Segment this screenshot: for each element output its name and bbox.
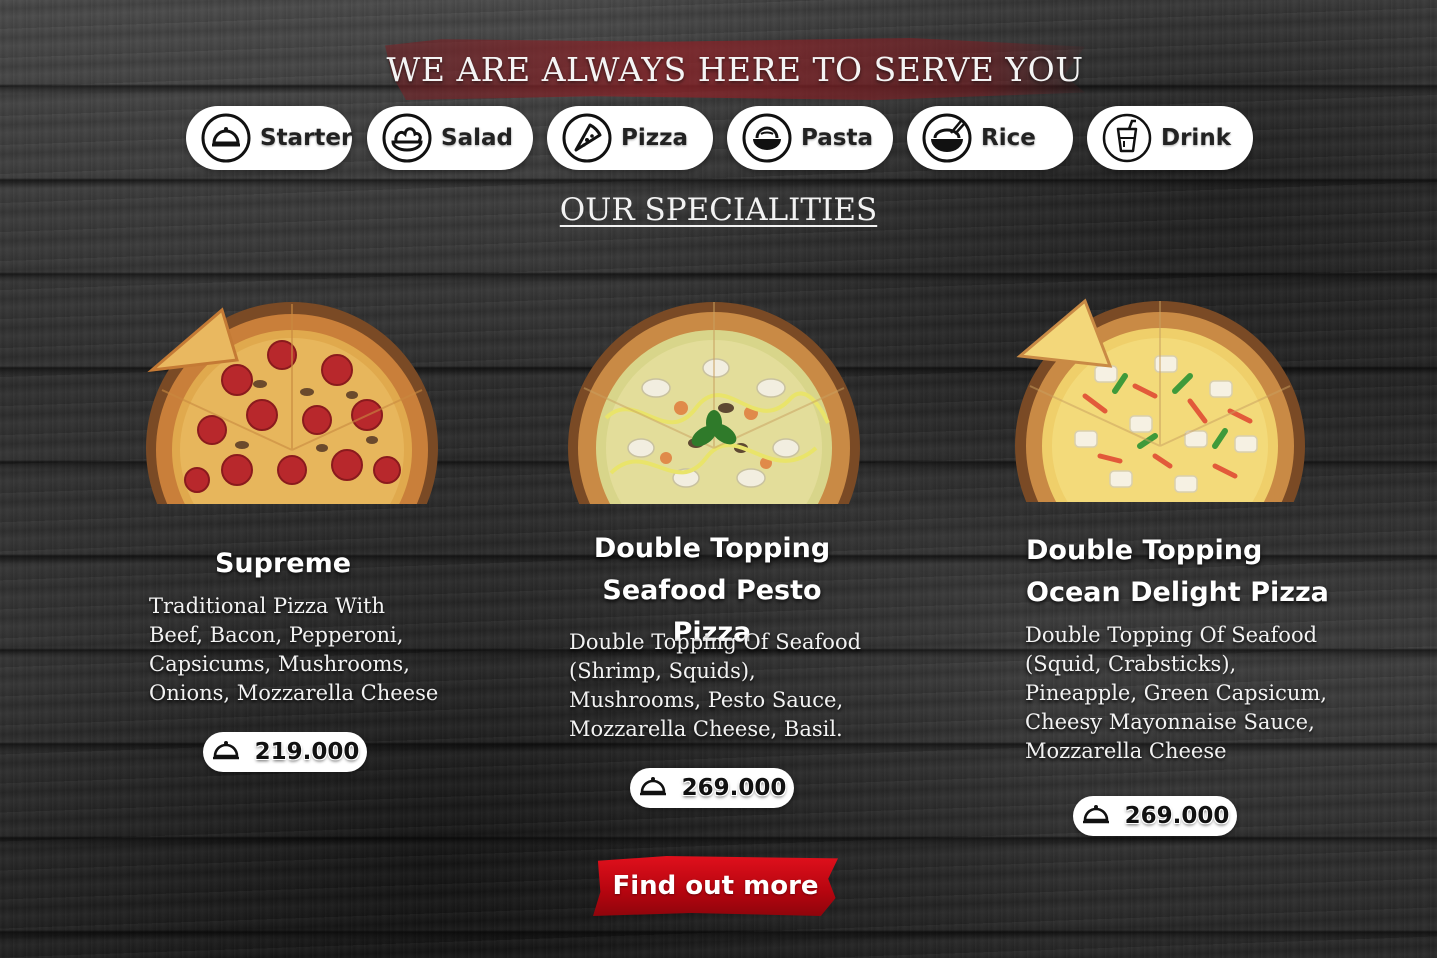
item-name-line: Double Topping [593, 533, 831, 564]
find-out-more-label: Find out more [612, 871, 819, 901]
category-rice-button[interactable]: Rice [907, 106, 1073, 170]
price-amount: 269.000 [1124, 803, 1230, 829]
drink-cup-icon [1101, 112, 1153, 164]
category-salad-button[interactable]: Salad [367, 106, 533, 170]
price-badge-supreme[interactable]: 219.000 [203, 732, 367, 772]
category-pizza-label: Pizza [621, 125, 689, 151]
category-starter-label: Starter [260, 125, 353, 151]
headline-text: WE ARE ALWAYS HERE TO SERVE YOU [386, 49, 1084, 89]
price-badge-ocean-delight[interactable]: 269.000 [1073, 796, 1237, 836]
category-pasta-button[interactable]: Pasta [727, 106, 893, 170]
headline-banner: WE ARE ALWAYS HERE TO SERVE YOU [385, 38, 1085, 100]
description-line: Onions, Mozzarella Cheese [149, 681, 439, 705]
cloche-icon [1081, 801, 1111, 831]
description-line: Double Topping Of Seafood [1025, 623, 1318, 647]
item-name-line: Supreme [214, 548, 352, 579]
cloche-icon [638, 773, 668, 803]
cloche-icon [200, 112, 252, 164]
description-line: Pineapple, Green Capsicum, [1025, 681, 1327, 705]
pizza-image-ocean-delight [1015, 296, 1305, 506]
salad-bowl-icon [381, 112, 433, 164]
item-name-line: Ocean Delight Pizza [1026, 577, 1329, 608]
description-line: (Squid, Crabsticks), [1025, 652, 1237, 676]
pizza-image-supreme [142, 300, 442, 510]
description-line: Cheesy Mayonnaise Sauce, [1025, 710, 1315, 734]
rice-bowl-icon [921, 112, 973, 164]
item-description-seafood-pesto: Double Topping Of Seafood (Shrimp, Squid… [569, 628, 869, 744]
description-line: (Shrimp, Squids), [569, 659, 756, 683]
pizza-slice-icon [561, 112, 613, 164]
price-amount: 219.000 [254, 739, 360, 765]
category-nav: Starter Salad Pizza Pasta Rice Drink [186, 106, 1256, 172]
item-name-line: Double Topping [1026, 535, 1263, 566]
description-line: Beef, Bacon, Pepperoni, [149, 623, 404, 647]
category-drink-button[interactable]: Drink [1087, 106, 1253, 170]
pizza-image-seafood-pesto [566, 298, 862, 508]
price-badge-seafood-pesto[interactable]: 269.000 [630, 768, 794, 808]
description-line: Capsicums, Mushrooms, [149, 652, 410, 676]
category-salad-label: Salad [441, 125, 513, 151]
specialities-title-text[interactable]: OUR SPECIALITIES [560, 192, 877, 228]
pasta-bowl-icon [741, 112, 793, 164]
description-line: Mozzarella Cheese [1025, 739, 1227, 763]
category-rice-label: Rice [981, 125, 1036, 151]
category-pizza-button[interactable]: Pizza [547, 106, 713, 170]
category-drink-label: Drink [1161, 125, 1231, 151]
item-description-ocean-delight: Double Topping Of Seafood (Squid, Crabst… [1025, 621, 1355, 766]
price-amount: 269.000 [681, 775, 787, 801]
specialities-title: OUR SPECIALITIES [0, 192, 1437, 228]
description-line: Traditional Pizza With [149, 594, 386, 618]
cloche-icon [211, 737, 241, 767]
description-line: Mozzarella Cheese, Basil. [569, 717, 843, 741]
item-name-ocean-delight: Double Topping Ocean Delight Pizza [1026, 530, 1346, 614]
category-starter-button[interactable]: Starter [186, 106, 352, 170]
description-line: Mushrooms, Pesto Sauce, [569, 688, 844, 712]
find-out-more-button[interactable]: Find out more [593, 856, 838, 916]
item-description-supreme: Traditional Pizza With Beef, Bacon, Pepp… [149, 592, 449, 708]
category-pasta-label: Pasta [801, 125, 873, 151]
description-line: Double Topping Of Seafood [569, 630, 862, 654]
item-name-supreme: Supreme [142, 543, 424, 585]
